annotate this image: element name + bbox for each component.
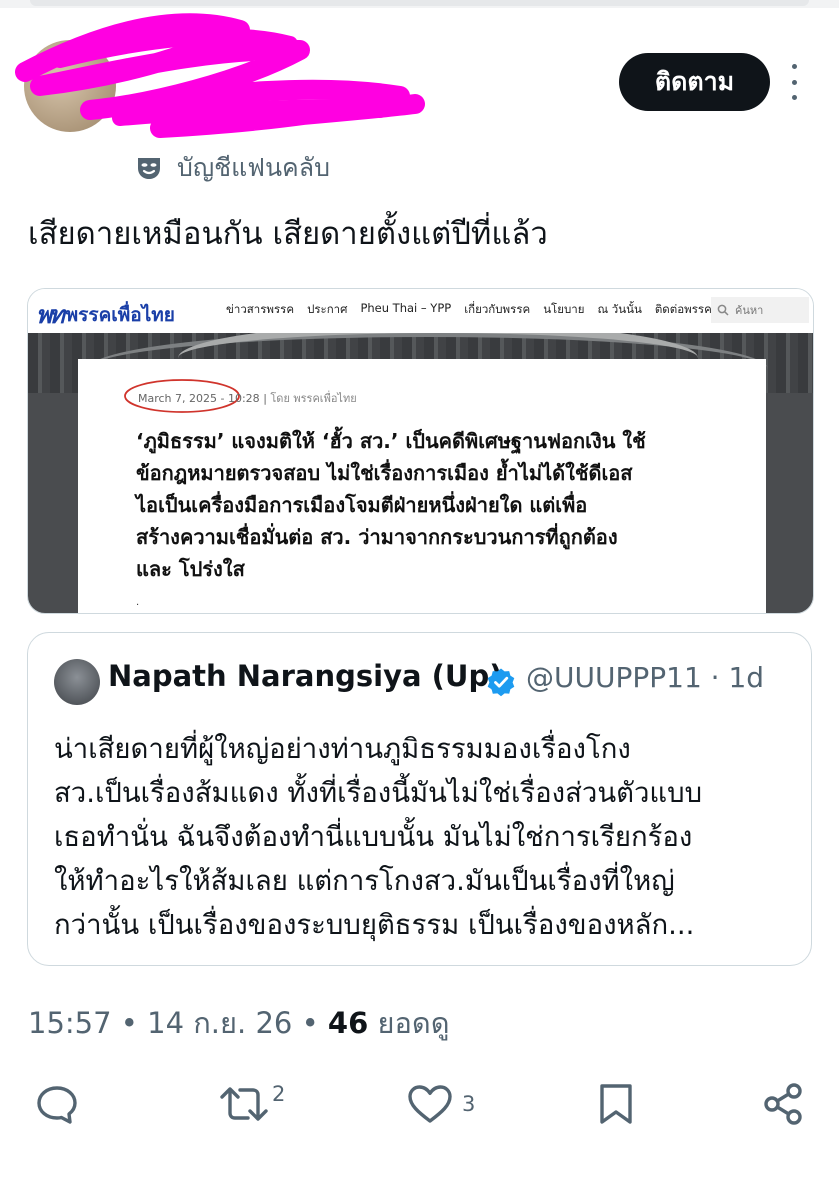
more-options-icon[interactable] <box>784 64 804 100</box>
quoted-author-name[interactable]: Napath Narangsiya (Up) <box>108 659 502 693</box>
tweet-text: เสียดายเหมือนกัน เสียดายตั้งแต่ปีที่แล้ว <box>28 216 548 252</box>
action-bar: 2 3 <box>0 1078 839 1130</box>
site-navbar: พท พรรคเพื่อไทย ข่าวสารพรรค ประกาศ Pheu … <box>28 289 813 333</box>
headline-line: ‘ภูมิธรรม’ แจงมติให้ ‘ฮั้ว สว.’ เป็นคดีพ… <box>136 429 646 453</box>
reply-button[interactable] <box>34 1078 80 1130</box>
site-search: ค้นหา <box>711 297 809 323</box>
quoted-handle-line: @UUUPPP11 · 1d <box>526 661 765 694</box>
nav-link: นโยบาย <box>543 302 585 316</box>
site-nav-links: ข่าวสารพรรค ประกาศ Pheu Thai – YPP เกี่ย… <box>226 301 712 319</box>
quoted-body-line: กว่านั้น เป็นเรื่องของระบบยุติธรรม เป็นเ… <box>54 909 695 941</box>
parliament-photo: March 7, 2025 - 10:28 | โดย พรรคเพื่อไทย… <box>28 333 813 613</box>
party-logo: พท พรรคเพื่อไทย <box>36 295 175 334</box>
article-meta: March 7, 2025 - 10:28 | โดย พรรคเพื่อไทย <box>138 392 357 405</box>
attached-image[interactable]: พท พรรคเพื่อไทย ข่าวสารพรรค ประกาศ Pheu … <box>27 288 814 614</box>
logo-text: พรรคเพื่อไทย <box>65 303 175 326</box>
fan-account-label: บัญชีแฟนคลับ <box>177 153 330 182</box>
tweet-date: 14 ก.ย. 26 <box>147 1006 293 1040</box>
retweet-icon <box>220 1087 268 1121</box>
quoted-age: 1d <box>728 661 765 694</box>
redaction-scribble <box>15 13 425 138</box>
nav-link: ติดต่อพรรค <box>654 302 712 316</box>
headline-line: และ โปร่งใส <box>136 557 245 581</box>
like-count: 3 <box>462 1092 476 1116</box>
quoted-body: น่าเสียดายที่ผู้ใหญ่อย่างท่านภูมิธรรมมอง… <box>54 727 794 947</box>
share-button[interactable] <box>760 1078 808 1130</box>
nav-link: ประกาศ <box>307 302 348 316</box>
retweet-button[interactable]: 2 <box>216 1078 285 1130</box>
quoted-body-line: ให้ทำอะไรให้ส้มเลย แต่การโกงสว.มันเป็นเร… <box>54 865 675 897</box>
headline-line: ไอเป็นเครื่องมือการเมืองโจมตีฝ่ายหนึ่งฝ่… <box>136 493 588 517</box>
share-icon <box>764 1083 802 1125</box>
views-label: ยอดดู <box>377 1006 450 1040</box>
quoted-handle: @UUUPPP11 <box>526 661 702 694</box>
article-headline: ‘ภูมิธรรม’ แจงมติให้ ‘ฮั้ว สว.’ เป็นคดีพ… <box>136 425 746 585</box>
headline-line: ข้อกฎหมายตรวจสอบ ไม่ใช่เรื่องการเมือง ย้… <box>136 461 633 485</box>
nav-link: เกี่ยวกับพรรค <box>464 302 531 316</box>
nav-link: Pheu Thai – YPP <box>360 301 452 315</box>
logo-mark: พท <box>36 300 65 329</box>
like-button[interactable]: 3 <box>406 1078 475 1130</box>
tweet-time: 15:57 <box>28 1006 112 1040</box>
reply-icon <box>37 1086 77 1124</box>
heart-icon <box>408 1085 452 1123</box>
retweet-count: 2 <box>272 1082 286 1106</box>
article-author: โดย พรรคเพื่อไทย <box>270 392 357 405</box>
quoted-body-line: น่าเสียดายที่ผู้ใหญ่อย่างท่านภูมิธรรมมอง… <box>54 733 631 765</box>
bookmark-button[interactable] <box>594 1078 638 1130</box>
follow-button[interactable]: ติดตาม <box>619 53 770 111</box>
fan-account-row: บัญชีแฟนคลับ <box>135 148 330 188</box>
verified-badge-icon <box>487 668 515 697</box>
nav-link: ข่าวสารพรรค <box>226 302 295 316</box>
theater-masks-icon <box>138 158 160 179</box>
quoted-body-line: เธอทำนั่น ฉันจึงต้องทำนี่แบบนั้น มันไม่ใ… <box>54 821 693 853</box>
tweet-meta: 15:57 • 14 ก.ย. 26 • 46 ยอดดู <box>28 1006 450 1040</box>
headline-line: สร้างความเชื่อมั่นต่อ สว. ว่ามาจากกระบวน… <box>136 525 618 549</box>
bookmark-icon <box>600 1084 632 1124</box>
search-placeholder: ค้นหา <box>735 304 764 317</box>
article-panel: March 7, 2025 - 10:28 | โดย พรรคเพื่อไทย… <box>78 359 766 613</box>
search-icon <box>717 304 729 316</box>
quoted-body-line: สว.เป็นเรื่องส้มแดง ทั้งที่เรื่องนี้มันไ… <box>54 777 703 809</box>
quoted-avatar[interactable] <box>54 659 100 705</box>
quoted-tweet[interactable]: Napath Narangsiya (Up) @UUUPPP11 · 1d น่… <box>27 632 812 966</box>
views-count: 46 <box>327 1006 369 1040</box>
article-trailing-mark: . <box>136 597 140 608</box>
article-date: March 7, 2025 - 10:28 <box>138 392 260 405</box>
nav-link: ณ วันนั้น <box>597 302 642 316</box>
